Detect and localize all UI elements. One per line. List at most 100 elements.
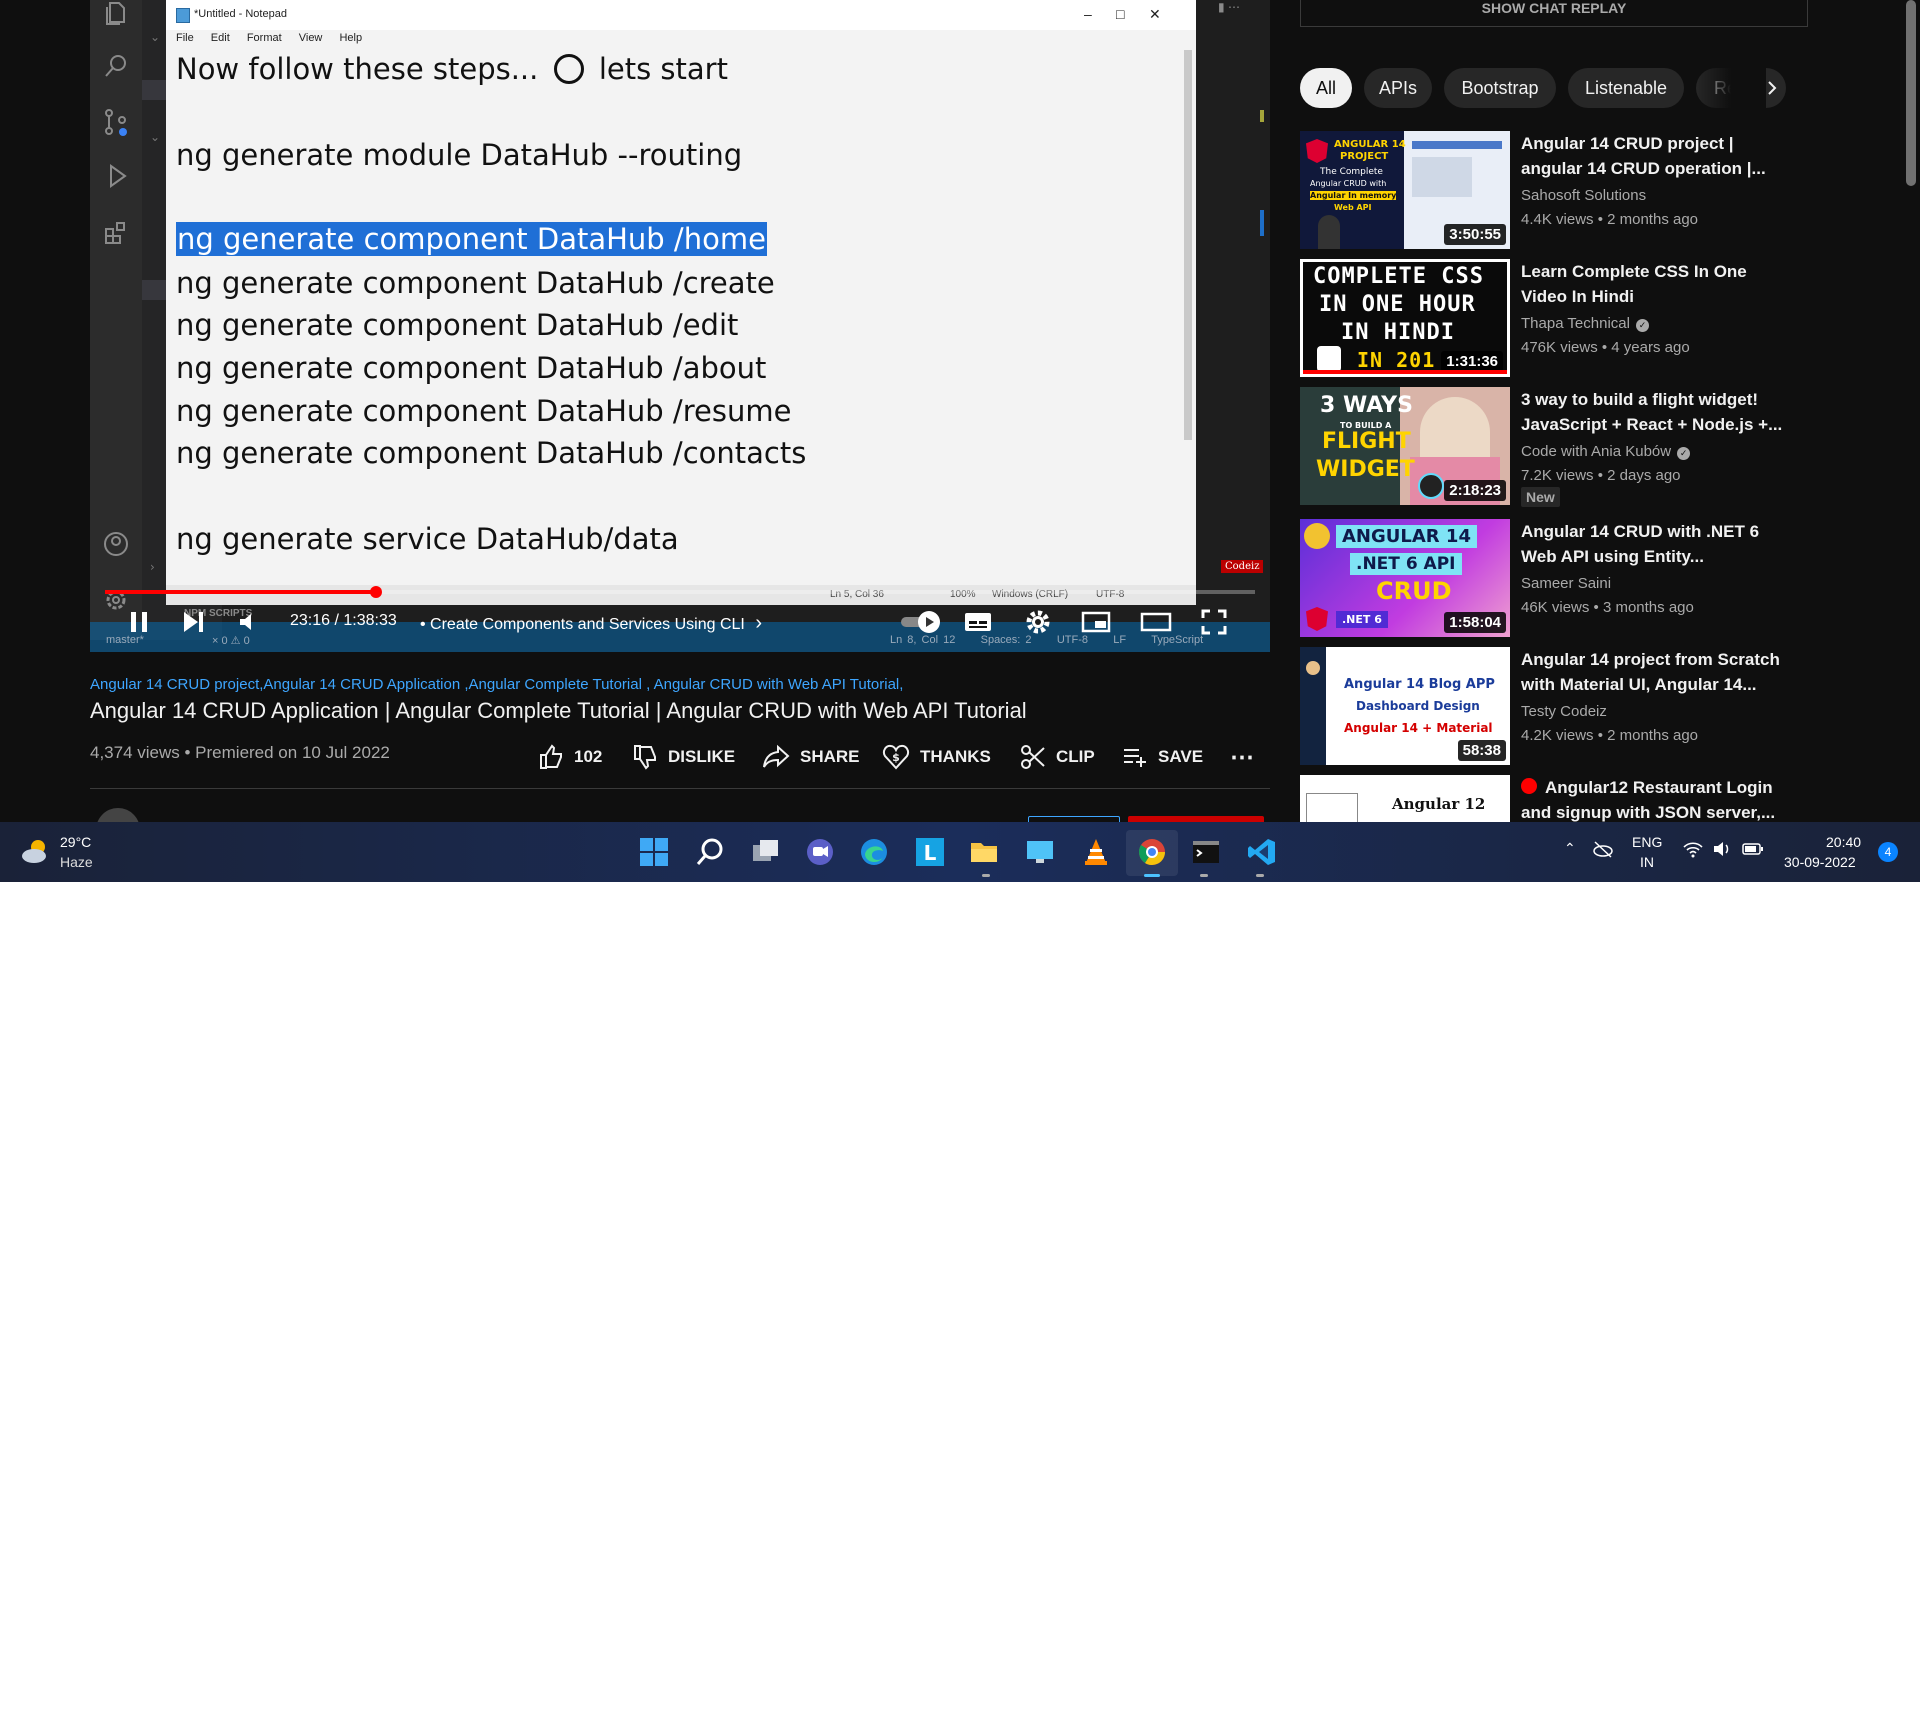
svg-text:L: L [924, 841, 937, 865]
like-button[interactable]: 102 [538, 742, 602, 772]
video-thumbnail[interactable]: 3 WAYS TO BUILD A FLIGHT WIDGET 2:18:23 [1300, 387, 1510, 505]
dislike-button[interactable]: DISLIKE [632, 742, 735, 772]
notepad-line-text: lets start [598, 52, 728, 86]
more-actions-button[interactable]: ⋯ [1230, 742, 1254, 772]
recommendation-channel[interactable]: Testy Codeiz [1521, 703, 1607, 720]
minimize-icon: – [1084, 6, 1092, 22]
clock-date[interactable]: 30-09-2022 [1784, 854, 1856, 870]
battery-icon[interactable] [1742, 840, 1764, 861]
view-count: 4,374 views • Premiered on 10 Jul 2022 [90, 743, 390, 762]
notepad-line-heading: Now follow these steps... lets start [176, 52, 728, 86]
video-hashtags[interactable]: Angular 14 CRUD project,Angular 14 CRUD … [90, 676, 903, 693]
save-button[interactable]: SAVE [1122, 742, 1203, 772]
video-progress-bar[interactable] [105, 586, 1255, 598]
video-player[interactable]: ⌄ ⌄ › NPM SCRIPTS ▮ ⋯ master* × 0 ⚠ 0 Ln… [90, 0, 1270, 652]
input-language[interactable]: ENG [1632, 834, 1662, 850]
smiley-emoji-icon [553, 54, 584, 84]
video-thumbnail[interactable]: ANGULAR 14 PROJECT The Complete Angular … [1300, 131, 1510, 249]
thumbnail-text: ANGULAR 14 [1336, 525, 1477, 548]
settings-button[interactable] [1020, 608, 1056, 636]
file-explorer-icon[interactable] [966, 834, 1002, 870]
mute-button[interactable] [234, 608, 264, 636]
next-button[interactable] [178, 608, 208, 636]
show-chat-replay-button[interactable]: SHOW CHAT REPLAY [1300, 0, 1808, 27]
terminal-icon[interactable] [1188, 834, 1224, 870]
notification-badge[interactable]: 4 [1878, 842, 1898, 862]
recommendation-item[interactable]: ANGULAR 14 PROJECT The Complete Angular … [1300, 131, 1790, 249]
teams-chat-icon[interactable] [802, 834, 838, 870]
video-duration: 1:58:04 [1444, 612, 1506, 633]
verified-check-icon: ✓ [1635, 319, 1649, 332]
channel-name: Thapa Technical [1521, 315, 1630, 332]
notepad-statusbar: Ln 5, Col 36 100% Windows (CRLF) UTF-8 [166, 585, 1196, 605]
recommendation-channel[interactable]: Thapa Technical ✓ [1521, 315, 1649, 332]
full-stack-badge-icon [1304, 523, 1330, 549]
clip-label: CLIP [1056, 747, 1095, 766]
video-thumbnail[interactable]: Angular 14 Blog APP Dashboard Design Ang… [1300, 647, 1510, 765]
notepad-menu-item: Edit [210, 32, 230, 44]
share-icon [763, 744, 790, 768]
task-view-icon[interactable] [748, 834, 784, 870]
recommendation-title[interactable]: Angular 14 CRUD with .NET 6 Web API usin… [1521, 519, 1791, 569]
volume-icon[interactable] [1712, 840, 1732, 861]
video-duration: 1:31:36 [1441, 351, 1503, 372]
share-button[interactable]: SHARE [762, 742, 860, 772]
chapter-title[interactable]: • Create Components and Services Using C… [420, 612, 762, 635]
weather-haze-icon[interactable] [20, 836, 50, 866]
chip-bootstrap[interactable]: Bootstrap [1444, 68, 1556, 108]
notepad-titlebar: *Untitled - Notepad – □ ✕ [166, 0, 1196, 30]
chips-next-button[interactable] [1760, 76, 1784, 100]
recommendation-item[interactable]: ANGULAR 14 .NET 6 API CRUD .NET 6 1:58:0… [1300, 519, 1790, 637]
weather-temperature[interactable]: 29°C [60, 834, 91, 850]
recommendation-channel[interactable]: Sameer Saini [1521, 575, 1611, 592]
subtitles-button[interactable] [960, 608, 996, 636]
recommendation-title[interactable]: Angular 14 project from Scratch with Mat… [1521, 647, 1791, 697]
recommendation-channel[interactable]: Code with Ania Kubów ✓ [1521, 443, 1691, 460]
fullscreen-button[interactable] [1196, 608, 1232, 636]
thumbnail-text: FLIGHT [1322, 429, 1411, 454]
onedrive-offline-icon[interactable] [1592, 840, 1614, 861]
clock-time[interactable]: 20:40 [1826, 834, 1861, 850]
clip-button[interactable]: CLIP [1020, 742, 1095, 772]
show-hidden-icons-chevron-icon[interactable]: ⌃ [1564, 840, 1576, 857]
windows-start-icon[interactable] [636, 834, 672, 870]
video-thumbnail[interactable]: COMPLETE CSS IN ONE HOUR IN HINDI IN 201… [1300, 259, 1510, 377]
app-l-icon[interactable]: L [912, 834, 948, 870]
vlc-icon[interactable] [1078, 834, 1114, 870]
pause-button[interactable] [124, 608, 154, 636]
thumbnail-text: ANGULAR 14 [1334, 139, 1406, 150]
chrome-icon[interactable] [1134, 834, 1170, 870]
video-thumbnail[interactable]: ANGULAR 14 .NET 6 API CRUD .NET 6 1:58:0… [1300, 519, 1510, 637]
page-scrollbar[interactable] [1906, 0, 1916, 186]
settings-icon [1026, 610, 1050, 634]
recommendation-item[interactable]: 3 WAYS TO BUILD A FLIGHT WIDGET 2:18:23 … [1300, 387, 1791, 507]
dislike-label: DISLIKE [668, 747, 736, 766]
thumbnail-text: Angular 14 Blog APP [1344, 677, 1495, 692]
thanks-heart-icon: $ [882, 744, 910, 770]
input-region[interactable]: IN [1640, 854, 1654, 870]
edge-icon[interactable] [856, 834, 892, 870]
account-icon [102, 530, 130, 558]
video-duration: 2:18:23 [1444, 480, 1506, 501]
recommendation-item[interactable]: Angular 14 Blog APP Dashboard Design Ang… [1300, 647, 1790, 765]
chip-all[interactable]: All [1300, 68, 1352, 108]
chip-apis[interactable]: APIs [1364, 68, 1432, 108]
thanks-button[interactable]: $ THANKS [882, 742, 991, 772]
recommendation-title[interactable]: Angular12 Restaurant Login and signup wi… [1521, 775, 1791, 825]
weather-description[interactable]: Haze [60, 854, 93, 870]
miniplayer-button[interactable] [1078, 608, 1114, 636]
remote-desktop-icon[interactable] [1022, 834, 1058, 870]
recommendation-item[interactable]: COMPLETE CSS IN ONE HOUR IN HINDI IN 201… [1300, 259, 1790, 377]
theater-mode-button[interactable] [1136, 608, 1176, 636]
search-icon[interactable] [692, 834, 728, 870]
recommendation-channel[interactable]: Sahosoft Solutions [1521, 187, 1646, 204]
vscode-icon[interactable] [1244, 834, 1280, 870]
chip-listenable[interactable]: Listenable [1568, 68, 1684, 108]
wifi-icon[interactable] [1682, 840, 1704, 861]
recommendation-title[interactable]: 3 way to build a flight widget! JavaScri… [1521, 387, 1791, 437]
scissors-icon [1021, 745, 1045, 769]
recommendation-title[interactable]: Learn Complete CSS In One Video In Hindi [1521, 259, 1791, 309]
autoplay-toggle[interactable] [898, 608, 946, 636]
recommendation-title[interactable]: Angular 14 CRUD project | angular 14 CRU… [1521, 131, 1791, 181]
verified-check-icon: ✓ [1677, 447, 1691, 460]
